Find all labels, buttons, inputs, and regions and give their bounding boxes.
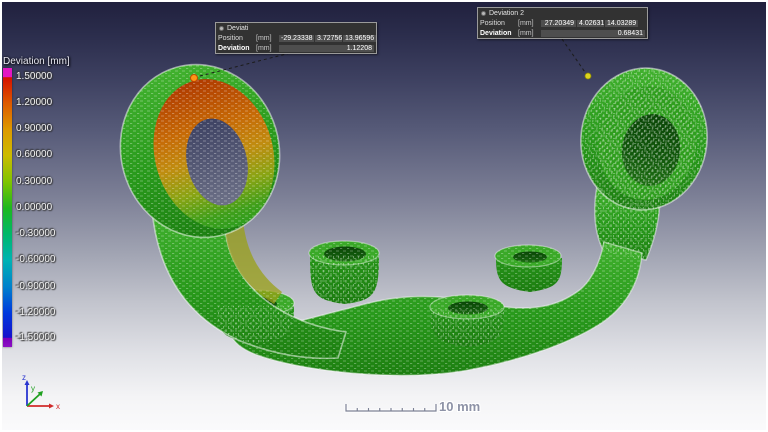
deviation-anchor-point-1[interactable] (190, 74, 198, 82)
position-z-value: 13.96596 (343, 34, 376, 42)
y-axis-label: y (31, 384, 35, 393)
scale-tick: 0.00000 (16, 202, 53, 213)
x-axis-arrow-icon (49, 403, 54, 409)
deviation-label-2[interactable]: Deviation 2 Position [mm] 27.20349 4.026… (477, 7, 648, 39)
scale-tick: -1.20000 (16, 307, 56, 318)
scale-tick: 0.30000 (16, 176, 53, 187)
scale-tick: 0.90000 (16, 123, 53, 134)
label-pin-icon (219, 26, 224, 31)
position-unit: [mm] (518, 19, 534, 27)
position-y-value: 4.02631 (577, 19, 604, 27)
x-axis-label: x (56, 402, 60, 411)
deviation-value: 0.68431 (541, 29, 645, 37)
position-unit: [mm] (256, 34, 272, 42)
scale-tick: 1.20000 (16, 97, 53, 108)
position-y-value: 3.72756 (315, 34, 342, 42)
position-x-value: 27.20349 (541, 19, 576, 27)
deviation-anchor-point-2[interactable] (584, 72, 592, 80)
z-axis-label: z (22, 373, 26, 382)
scale-bar-ruler (344, 404, 438, 413)
scanned-part-mesh[interactable] (0, 0, 768, 432)
deviation-label: Deviation (218, 44, 250, 52)
scale-tick: -0.60000 (16, 254, 56, 265)
deviation-unit: [mm] (518, 29, 534, 37)
scale-tick: -1.50000 (16, 332, 56, 343)
3d-viewport[interactable]: z y x (0, 0, 768, 432)
y-axis (26, 393, 41, 407)
scale-tick: 1.50000 (16, 71, 53, 82)
label-pin-icon (481, 11, 486, 16)
scale-tick: -0.90000 (16, 281, 56, 292)
color-scale-gradient-bar[interactable] (3, 68, 12, 347)
deviation-label-1[interactable]: Deviati Position [mm] -29.23338 3.72756 … (215, 22, 377, 54)
position-label: Position (480, 19, 505, 27)
deviation-unit: [mm] (256, 44, 272, 52)
deviation-label: Deviation (480, 29, 512, 37)
annotation-title: Deviati (227, 25, 249, 32)
deviation-color-scale[interactable]: Deviation [mm] 1.50000 1.20000 0.90000 0… (3, 56, 95, 356)
axes-triad: z y x (22, 373, 60, 411)
scale-tick: 0.60000 (16, 149, 53, 160)
position-label: Position (218, 34, 243, 42)
scale-tick: -0.30000 (16, 228, 56, 239)
scale-bar-label: 10 mm (439, 399, 481, 414)
leader-line-2 (561, 38, 588, 76)
deviation-value: 1.12208 (279, 44, 374, 52)
annotation-title: Deviation 2 (489, 10, 525, 17)
position-z-value: 14.03289 (605, 19, 638, 27)
position-x-value: -29.23338 (279, 34, 314, 42)
color-scale-title: Deviation [mm] (3, 56, 70, 67)
